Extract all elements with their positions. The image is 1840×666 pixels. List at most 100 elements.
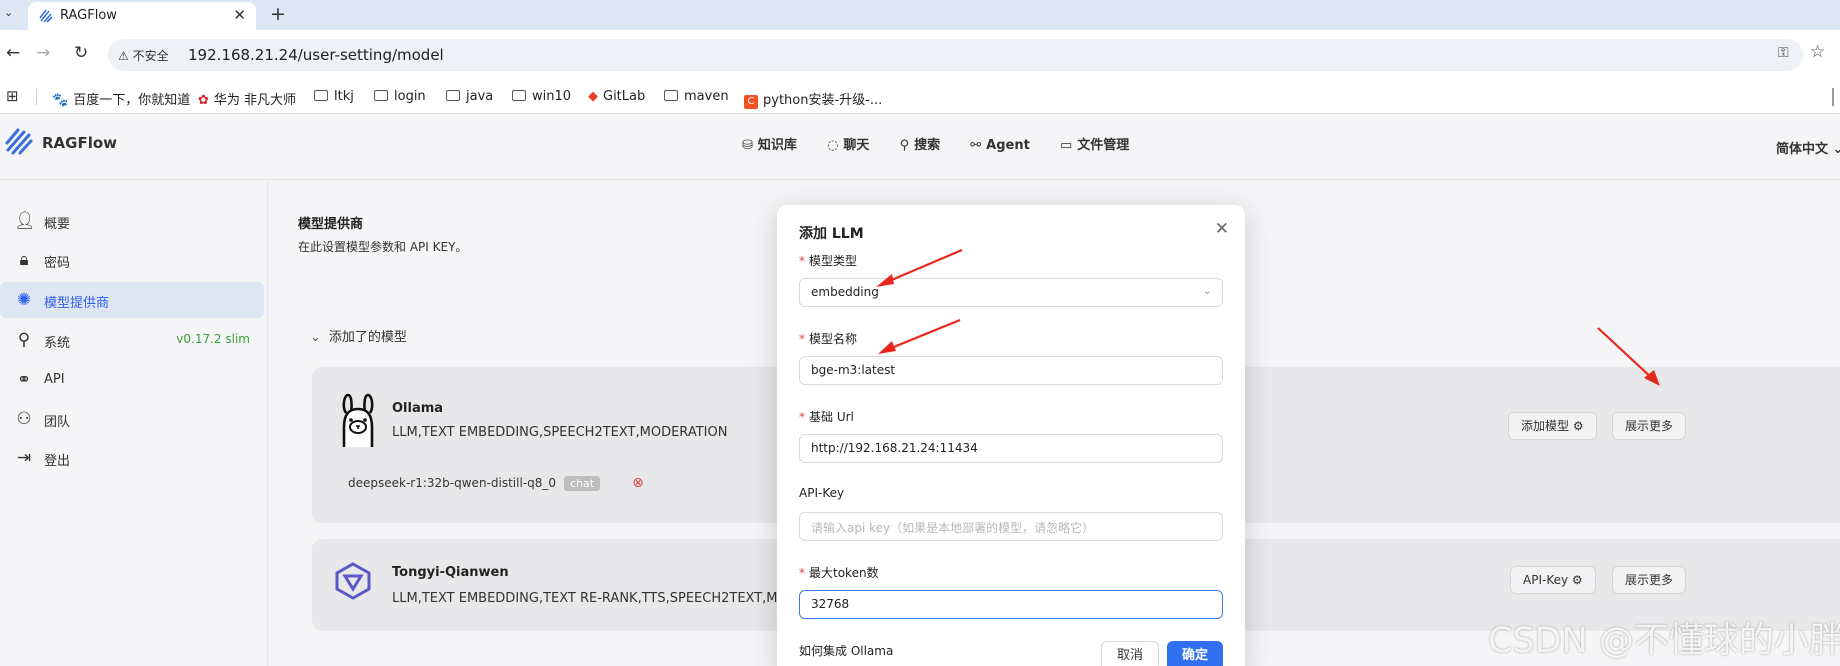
cancel-button[interactable]: 取消 [1101, 641, 1159, 666]
show-more-button[interactable]: 展示更多 [1612, 412, 1687, 440]
apps-grid-icon[interactable]: ⊞ [6, 87, 19, 105]
forward-icon[interactable]: → [36, 43, 50, 63]
insecure-badge[interactable]: ⚠ 不安全 [118, 47, 169, 64]
app-header: RAGFlow ⛁ 知识库 ◌ 聊天 ⚲ 搜索 ⚯ Agent ▭ 文件管理 简体中文 ⌄ [0, 114, 1840, 180]
nav-agent[interactable]: ⚯ Agent [970, 138, 1030, 153]
search-icon: ⚲ [899, 138, 910, 153]
chevron-down-icon: ⌄ [1832, 142, 1840, 157]
nav-search[interactable]: ⚲ 搜索 [900, 134, 941, 153]
model-list-item: deepseek-r1:32b-qwen-distill-q8_0 chat ⊗ [348, 475, 644, 491]
max-tokens-label: * 最大token数 [799, 564, 879, 581]
bookmark-label: 华为 非凡大师 [213, 93, 297, 108]
select-value: embedding [811, 285, 879, 299]
chevron-down-icon: ⌄ [310, 330, 321, 345]
added-models-toggle[interactable]: ⌄ 添加了的模型 [310, 326, 407, 345]
folder-icon: ▭ [1059, 138, 1073, 153]
language-label: 简体中文 [1776, 142, 1829, 157]
browser-tab-bar: ⌄ RAGFlow ✕ + [0, 0, 1840, 30]
model-name-input[interactable]: bge-m3:latest [799, 356, 1223, 385]
bookmark-folder-win10[interactable]: win10 [512, 89, 571, 104]
sidebar-item-team[interactable]: ⚇ 团队 [0, 401, 264, 437]
ollama-help-link[interactable]: 如何集成 Ollama [799, 642, 893, 659]
app-name[interactable]: RAGFlow [42, 134, 117, 152]
model-name: deepseek-r1:32b-qwen-distill-q8_0 [348, 476, 557, 490]
bookmark-huawei[interactable]: ✿ 华为 非凡大师 [198, 89, 296, 108]
api-key-label: API-Key [799, 486, 845, 500]
reload-icon[interactable]: ↻ [74, 43, 88, 63]
bookmark-folder-login[interactable]: login [374, 89, 426, 104]
sidebar-item-label: 登出 [44, 454, 71, 469]
input-value: 32768 [811, 597, 850, 611]
max-tokens-input[interactable]: 32768 [799, 590, 1223, 619]
nav-knowledge-base[interactable]: ⛁ 知识库 [742, 134, 797, 153]
sidebar-item-model-providers[interactable]: ✺ 模型提供商 [0, 282, 264, 318]
add-model-button[interactable]: 添加模型 ⚙ [1508, 412, 1597, 440]
api-key-button[interactable]: API-Key ⚙ [1510, 566, 1596, 594]
user-icon: 👤︎ [14, 211, 36, 231]
sidebar-item-profile[interactable]: 👤︎ 概要 [0, 203, 264, 239]
label-text: 最大token数 [809, 566, 879, 580]
database-icon: ⛁ [742, 138, 753, 153]
bookmarks-overflow-icon[interactable] [1832, 88, 1834, 106]
bookmark-label: win10 [532, 89, 572, 104]
sidebar-item-label: 团队 [44, 415, 71, 430]
provider-name: Tongyi-Qianwen [392, 565, 509, 580]
language-selector[interactable]: 简体中文 ⌄ [1776, 138, 1840, 157]
new-tab-icon[interactable]: + [270, 3, 286, 25]
password-key-icon[interactable]: ⚿ [1778, 45, 1789, 61]
provider-name: Ollama [392, 401, 444, 416]
nav-label: 知识库 [757, 138, 797, 153]
bookmark-python[interactable]: Cpython安装-升级-... [744, 89, 882, 109]
confirm-button[interactable]: 确定 [1167, 641, 1223, 666]
api-key-input[interactable]: 请输入api key（如果是本地部署的模型，请忽略它） [799, 512, 1223, 541]
nav-file-management[interactable]: ▭ 文件管理 [1060, 134, 1129, 153]
sidebar-item-system[interactable]: ⚲ 系统 v0.17.2 slim [0, 322, 264, 358]
base-url-input[interactable]: http://192.168.21.24:11434 [799, 434, 1223, 463]
provider-capabilities: LLM,TEXT EMBEDDING,SPEECH2TEXT,MODERATIO… [392, 425, 728, 440]
folder-icon [664, 90, 678, 101]
bookmark-star-icon[interactable]: ☆ [1810, 42, 1825, 62]
model-name-label: * 模型名称 [799, 330, 857, 347]
annotation-arrow-add-model [1597, 327, 1660, 386]
sidebar-item-logout[interactable]: ⇥ 登出 [0, 440, 264, 476]
bookmark-separator [36, 89, 37, 105]
add-model-label: 添加模型 [1521, 419, 1570, 433]
close-icon[interactable]: ✕ [1215, 219, 1229, 239]
required-mark: * [799, 566, 805, 580]
add-llm-dialog: 添加 LLM ✕ * 模型类型 embedding ⌄ * 模型名称 bge-m3:l… [777, 205, 1245, 666]
sidebar-item-label: 系统 [44, 336, 71, 351]
c-logo-icon: C [744, 95, 758, 109]
sidebar-item-password[interactable]: 🔒︎ 密码 [0, 242, 264, 278]
gitlab-fox-icon: ◆ [588, 89, 598, 104]
model-type-label: * 模型类型 [799, 252, 857, 269]
show-more-button[interactable]: 展示更多 [1612, 566, 1687, 594]
required-mark: * [799, 254, 805, 268]
label-text: 基础 Url [809, 410, 854, 424]
csdn-watermark: CSDN @不懂球的小胖 [1488, 621, 1840, 661]
folder-icon [314, 90, 328, 101]
close-tab-icon[interactable]: ✕ [233, 6, 246, 24]
bookmark-folder-java[interactable]: java [446, 89, 493, 104]
sidebar-item-api[interactable]: ⚭ API [0, 362, 264, 398]
nav-chat[interactable]: ◌ 聊天 [827, 134, 869, 153]
logout-icon: ⇥ [16, 448, 32, 468]
delete-model-icon[interactable]: ⊗ [632, 475, 644, 491]
url-field[interactable]: ⚠ 不安全 192.168.21.24/user-setting/model [108, 39, 1803, 71]
annotation-arrow-model-type [876, 248, 963, 287]
ragflow-logo-icon[interactable] [4, 126, 34, 156]
tab-menu-icon[interactable]: ⌄ [4, 6, 18, 20]
bookmark-gitlab[interactable]: ◆ GitLab [588, 89, 645, 104]
gear-icon: ⚙ [1571, 573, 1583, 587]
show-more-label: 展示更多 [1625, 419, 1674, 433]
model-type-tag: chat [564, 476, 601, 491]
address-bar: ← → ↻ ⚠ 不安全 192.168.21.24/user-setting/m… [0, 30, 1840, 80]
bookmark-folder-ltkj[interactable]: ltkj [314, 89, 354, 104]
model-type-select[interactable]: embedding ⌄ [799, 278, 1223, 307]
input-value: http://192.168.21.24:11434 [811, 441, 978, 455]
bookmark-folder-maven[interactable]: maven [664, 89, 729, 104]
sidebar-item-label: 概要 [44, 217, 71, 232]
back-icon[interactable]: ← [6, 43, 20, 63]
browser-tab[interactable]: RAGFlow ✕ [28, 2, 256, 30]
gear-icon: ⚙ [1572, 419, 1584, 433]
bookmark-baidu[interactable]: 🐾 百度一下，你就知道 [52, 89, 190, 108]
